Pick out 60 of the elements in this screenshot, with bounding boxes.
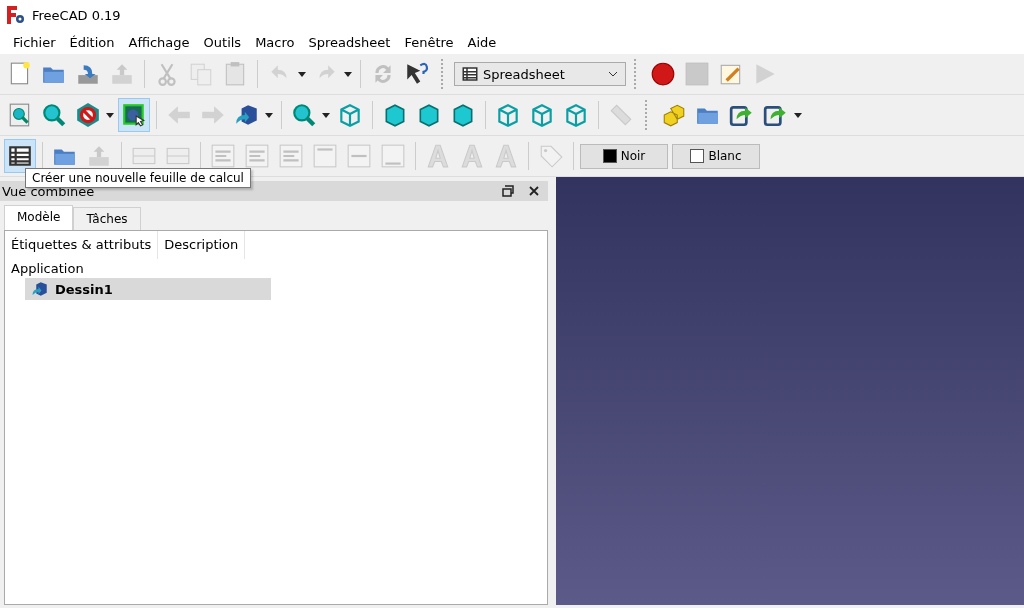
- menu-item[interactable]: Fenêtre: [397, 32, 461, 52]
- cube-arrow-icon: [31, 280, 49, 298]
- menu-item[interactable]: Macro: [248, 32, 302, 52]
- letter-a-icon: [493, 143, 519, 169]
- magnifier-icon: [41, 102, 67, 128]
- align-top-icon: [312, 143, 338, 169]
- 3d-viewport[interactable]: [556, 177, 1024, 605]
- ruler-icon: [608, 102, 634, 128]
- letter-a-icon: [425, 143, 451, 169]
- tree-item[interactable]: Application: [5, 259, 547, 278]
- caret-icon[interactable]: [344, 71, 352, 77]
- toolbar-grip[interactable]: [634, 59, 639, 89]
- caret-icon[interactable]: [298, 71, 306, 77]
- color-button[interactable]: Noir: [580, 143, 668, 169]
- menu-item[interactable]: Fichier: [6, 32, 63, 52]
- caret-icon[interactable]: [322, 112, 330, 118]
- float-icon[interactable]: [500, 183, 516, 199]
- color-button[interactable]: Blanc: [672, 143, 760, 169]
- toolbar-button[interactable]: [4, 139, 36, 173]
- table-icon: [7, 143, 33, 169]
- menu-item[interactable]: Affichage: [121, 32, 197, 52]
- menu-item[interactable]: Outils: [196, 32, 249, 52]
- app-logo-icon: [6, 5, 26, 25]
- toolbar-grip[interactable]: [645, 100, 650, 130]
- tag-icon: [538, 143, 564, 169]
- toolbar-button[interactable]: [118, 98, 150, 132]
- chevron-icon: [609, 71, 617, 77]
- panel-tab[interactable]: Modèle: [4, 205, 74, 230]
- stop-sign-icon: [75, 102, 101, 128]
- caret-icon[interactable]: [794, 112, 802, 118]
- tree-item[interactable]: Dessin1: [25, 278, 271, 300]
- caret-icon[interactable]: [265, 112, 273, 118]
- toolbar-grip[interactable]: [441, 59, 446, 89]
- menu-item[interactable]: Aide: [460, 32, 504, 52]
- window-title: FreeCAD 0.19: [32, 7, 121, 23]
- cube-cursor-icon: [121, 102, 147, 128]
- copy-icon: [188, 61, 214, 87]
- blocks-icon: [661, 102, 687, 128]
- column-header[interactable]: Description: [158, 231, 246, 259]
- workbench-dropdown[interactable]: Spreadsheet: [454, 62, 626, 86]
- align-center-icon: [244, 143, 270, 169]
- align-right-icon: [278, 143, 304, 169]
- column-header[interactable]: Étiquettes & attributs: [5, 231, 159, 259]
- letter-a-icon: [459, 143, 485, 169]
- caret-icon[interactable]: [106, 112, 114, 118]
- cube-wire-icon: [563, 102, 589, 128]
- align-middle-icon: [346, 143, 372, 169]
- stop-icon: [684, 61, 710, 87]
- align-bottom-icon: [380, 143, 406, 169]
- table-icon: [461, 65, 479, 83]
- menu-item[interactable]: Spreadsheet: [301, 32, 398, 52]
- menu-item[interactable]: Édition: [62, 32, 122, 52]
- cube-wire-icon: [337, 102, 363, 128]
- panel-tab[interactable]: Tâches: [73, 207, 141, 230]
- cube-wire-icon: [529, 102, 555, 128]
- tooltip: Créer une nouvelle feuille de calcul: [25, 168, 251, 188]
- align-left-icon: [210, 143, 236, 169]
- record-icon: [650, 61, 676, 87]
- cube-arrow-icon: [234, 102, 260, 128]
- cube-wire-icon: [495, 102, 521, 128]
